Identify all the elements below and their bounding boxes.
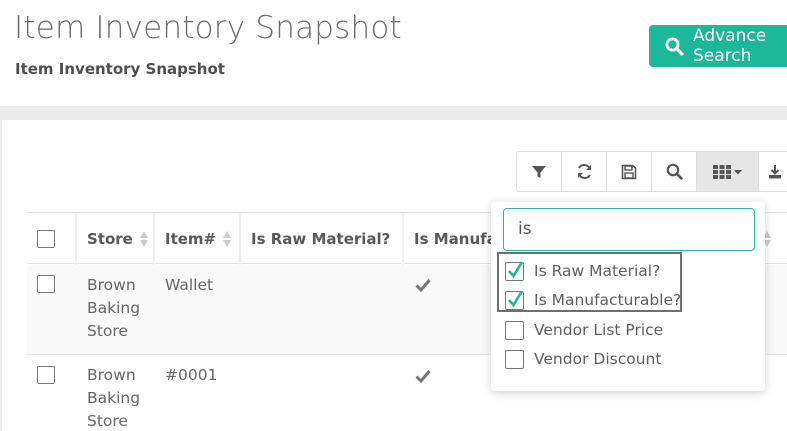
save-button[interactable]: [606, 151, 652, 192]
select-all-checkbox[interactable]: [37, 230, 55, 248]
refresh-button[interactable]: [561, 151, 607, 192]
column-option-checkbox[interactable]: [505, 320, 524, 340]
page-subtitle: Item Inventory Snapshot: [15, 60, 225, 78]
column-header-label: Is Raw Material?: [251, 230, 391, 248]
save-icon: [621, 164, 637, 179]
store-cell: Brown Baking Store: [87, 274, 140, 343]
store-line: Baking: [87, 389, 141, 407]
sort-icon: [223, 230, 232, 248]
advance-search-label: Advance Search: [693, 26, 767, 66]
column-header-item[interactable]: Item#: [155, 213, 241, 265]
refresh-icon: [577, 164, 591, 179]
check-mark-icon: [415, 279, 431, 292]
store-line: Store: [87, 322, 128, 340]
page-header: Item Inventory Snapshot Item Inventory S…: [0, 0, 787, 106]
export-icon: [769, 164, 781, 178]
store-cell: Brown Baking Store: [87, 364, 140, 431]
check-mark-icon: [415, 370, 431, 383]
advance-search-button[interactable]: Advance Search: [649, 25, 787, 67]
filter-icon: [532, 165, 546, 178]
column-option-label: Vendor List Price: [534, 321, 664, 339]
column-option-vendor-list-price[interactable]: Vendor List Price: [505, 319, 663, 341]
column-header-is-raw-material[interactable]: Is Raw Material?: [241, 213, 404, 265]
column-header-label: Item#: [165, 230, 217, 248]
store-line: Baking: [87, 299, 141, 317]
selection-highlight: [497, 252, 682, 312]
column-option-label: Vendor Discount: [534, 350, 662, 368]
table-toolbar: [516, 151, 787, 192]
item-cell: Wallet: [165, 276, 214, 294]
item-cell: #0001: [165, 366, 218, 384]
search-icon: [665, 37, 684, 56]
column-option-checkbox[interactable]: [505, 349, 524, 369]
store-line: Brown: [87, 276, 136, 294]
search-icon: [666, 163, 683, 180]
columns-button[interactable]: [696, 151, 759, 192]
page-title: Item Inventory Snapshot: [14, 10, 402, 46]
select-all-cell: [27, 213, 77, 265]
sort-icon: [139, 230, 149, 248]
store-line: Brown: [87, 366, 136, 384]
filter-button[interactable]: [516, 151, 562, 192]
export-button[interactable]: [758, 151, 787, 192]
row-checkbox[interactable]: [37, 366, 55, 384]
divider: [0, 106, 787, 120]
column-option-vendor-discount[interactable]: Vendor Discount: [505, 348, 661, 370]
columns-icon: [712, 164, 742, 179]
store-line: Store: [87, 412, 128, 430]
row-checkbox[interactable]: [37, 275, 55, 293]
column-header-label: Store: [87, 230, 133, 248]
search-button[interactable]: [651, 151, 697, 192]
column-header-store[interactable]: Store: [77, 213, 155, 265]
column-search-input[interactable]: is: [503, 208, 755, 251]
